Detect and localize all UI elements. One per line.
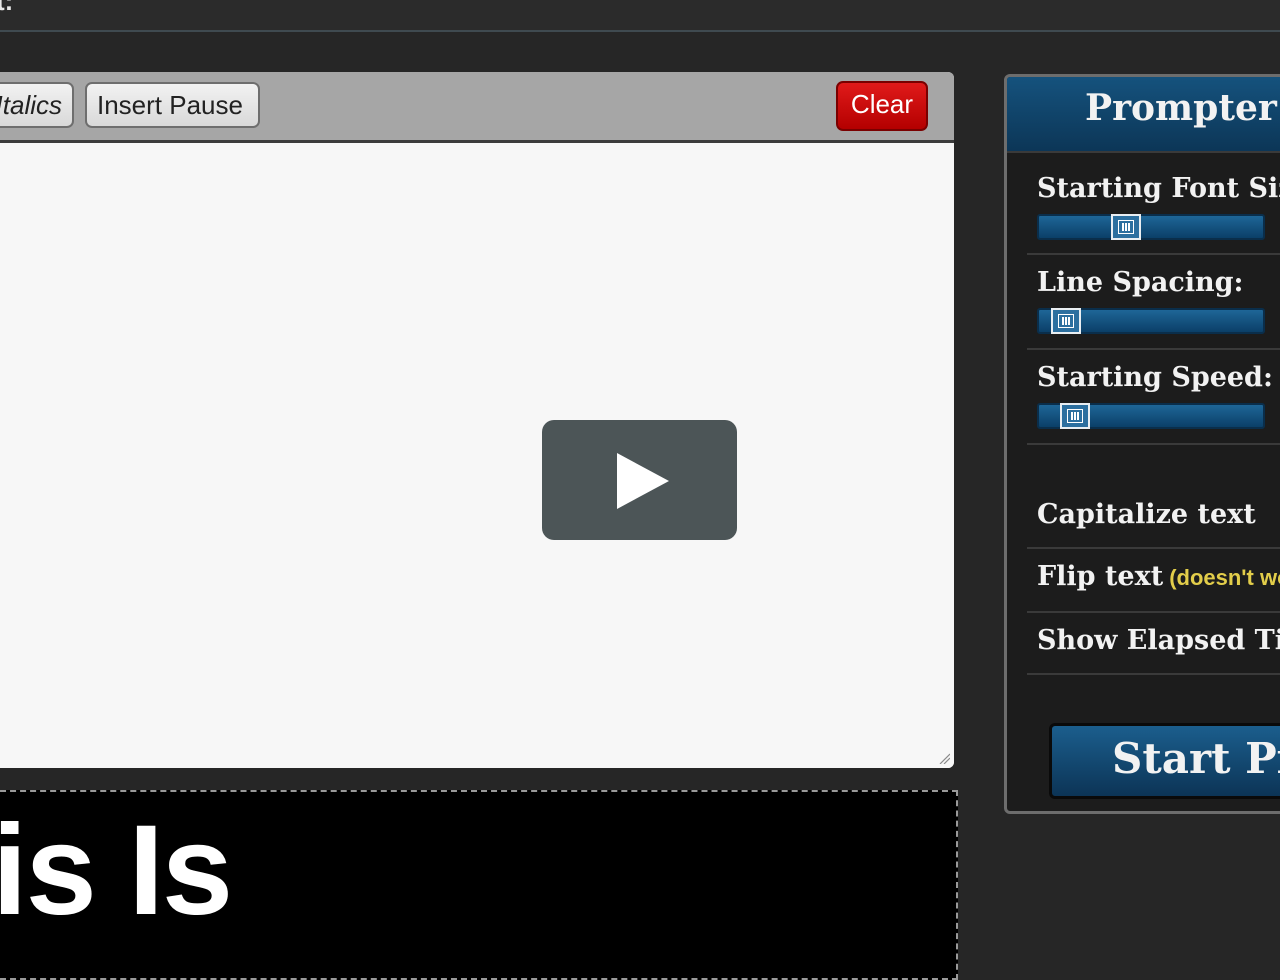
grip-icon <box>1067 409 1083 423</box>
video-play-button[interactable] <box>542 420 737 540</box>
speed-label: Starting Speed: <box>1037 362 1273 393</box>
start-prompter-label: Start Prompter <box>1112 734 1280 783</box>
insert-pause-button[interactable]: Insert Pause <box>85 82 260 128</box>
font-size-slider-handle[interactable] <box>1111 214 1141 240</box>
line-spacing-slider[interactable] <box>1037 308 1265 334</box>
flip-option[interactable]: Flip text(doesn't work <box>1027 549 1280 613</box>
font-size-label: Starting Font Size: <box>1037 173 1280 204</box>
flip-label: Flip text <box>1037 561 1164 592</box>
grip-icon <box>1058 314 1074 328</box>
font-size-slider[interactable] <box>1037 214 1265 240</box>
page-heading-fragment: t: <box>0 0 14 16</box>
preview-text: is Is <box>0 799 233 942</box>
editor-toolbar: Italics Insert Pause Clear <box>0 72 954 143</box>
prompter-options-panel: Prompter options Starting Font Size: Lin… <box>1004 74 1280 814</box>
capitalize-option[interactable]: Capitalize text <box>1027 487 1280 549</box>
elapsed-time-label: Show Elapsed Time <box>1037 625 1280 656</box>
grip-icon <box>1118 220 1134 234</box>
top-bar: t: <box>0 0 1280 32</box>
script-editor-panel: Italics Insert Pause Clear <box>0 72 954 768</box>
line-spacing-option: Line Spacing: <box>1027 255 1280 350</box>
speed-slider-handle[interactable] <box>1060 403 1090 429</box>
flip-note: (doesn't work <box>1169 565 1280 590</box>
flip-label-row: Flip text(doesn't work <box>1037 561 1280 592</box>
speed-slider[interactable] <box>1037 403 1265 429</box>
script-textarea[interactable] <box>0 143 954 768</box>
options-title: Prompter options <box>1085 87 1280 129</box>
options-header: Prompter options <box>1007 77 1280 153</box>
italics-button[interactable]: Italics <box>0 82 74 128</box>
resize-grip-icon[interactable] <box>938 752 950 764</box>
clear-button[interactable]: Clear <box>836 81 928 131</box>
speed-option: Starting Speed: <box>1027 350 1280 445</box>
line-spacing-slider-handle[interactable] <box>1051 308 1081 334</box>
line-spacing-label: Line Spacing: <box>1037 267 1244 298</box>
capitalize-label: Capitalize text <box>1037 499 1256 530</box>
prompter-preview: is Is <box>0 790 958 980</box>
elapsed-time-option[interactable]: Show Elapsed Time <box>1027 613 1280 675</box>
play-icon <box>617 453 669 509</box>
start-prompter-button[interactable]: Start Prompter <box>1049 723 1280 799</box>
font-size-option: Starting Font Size: <box>1027 161 1280 255</box>
